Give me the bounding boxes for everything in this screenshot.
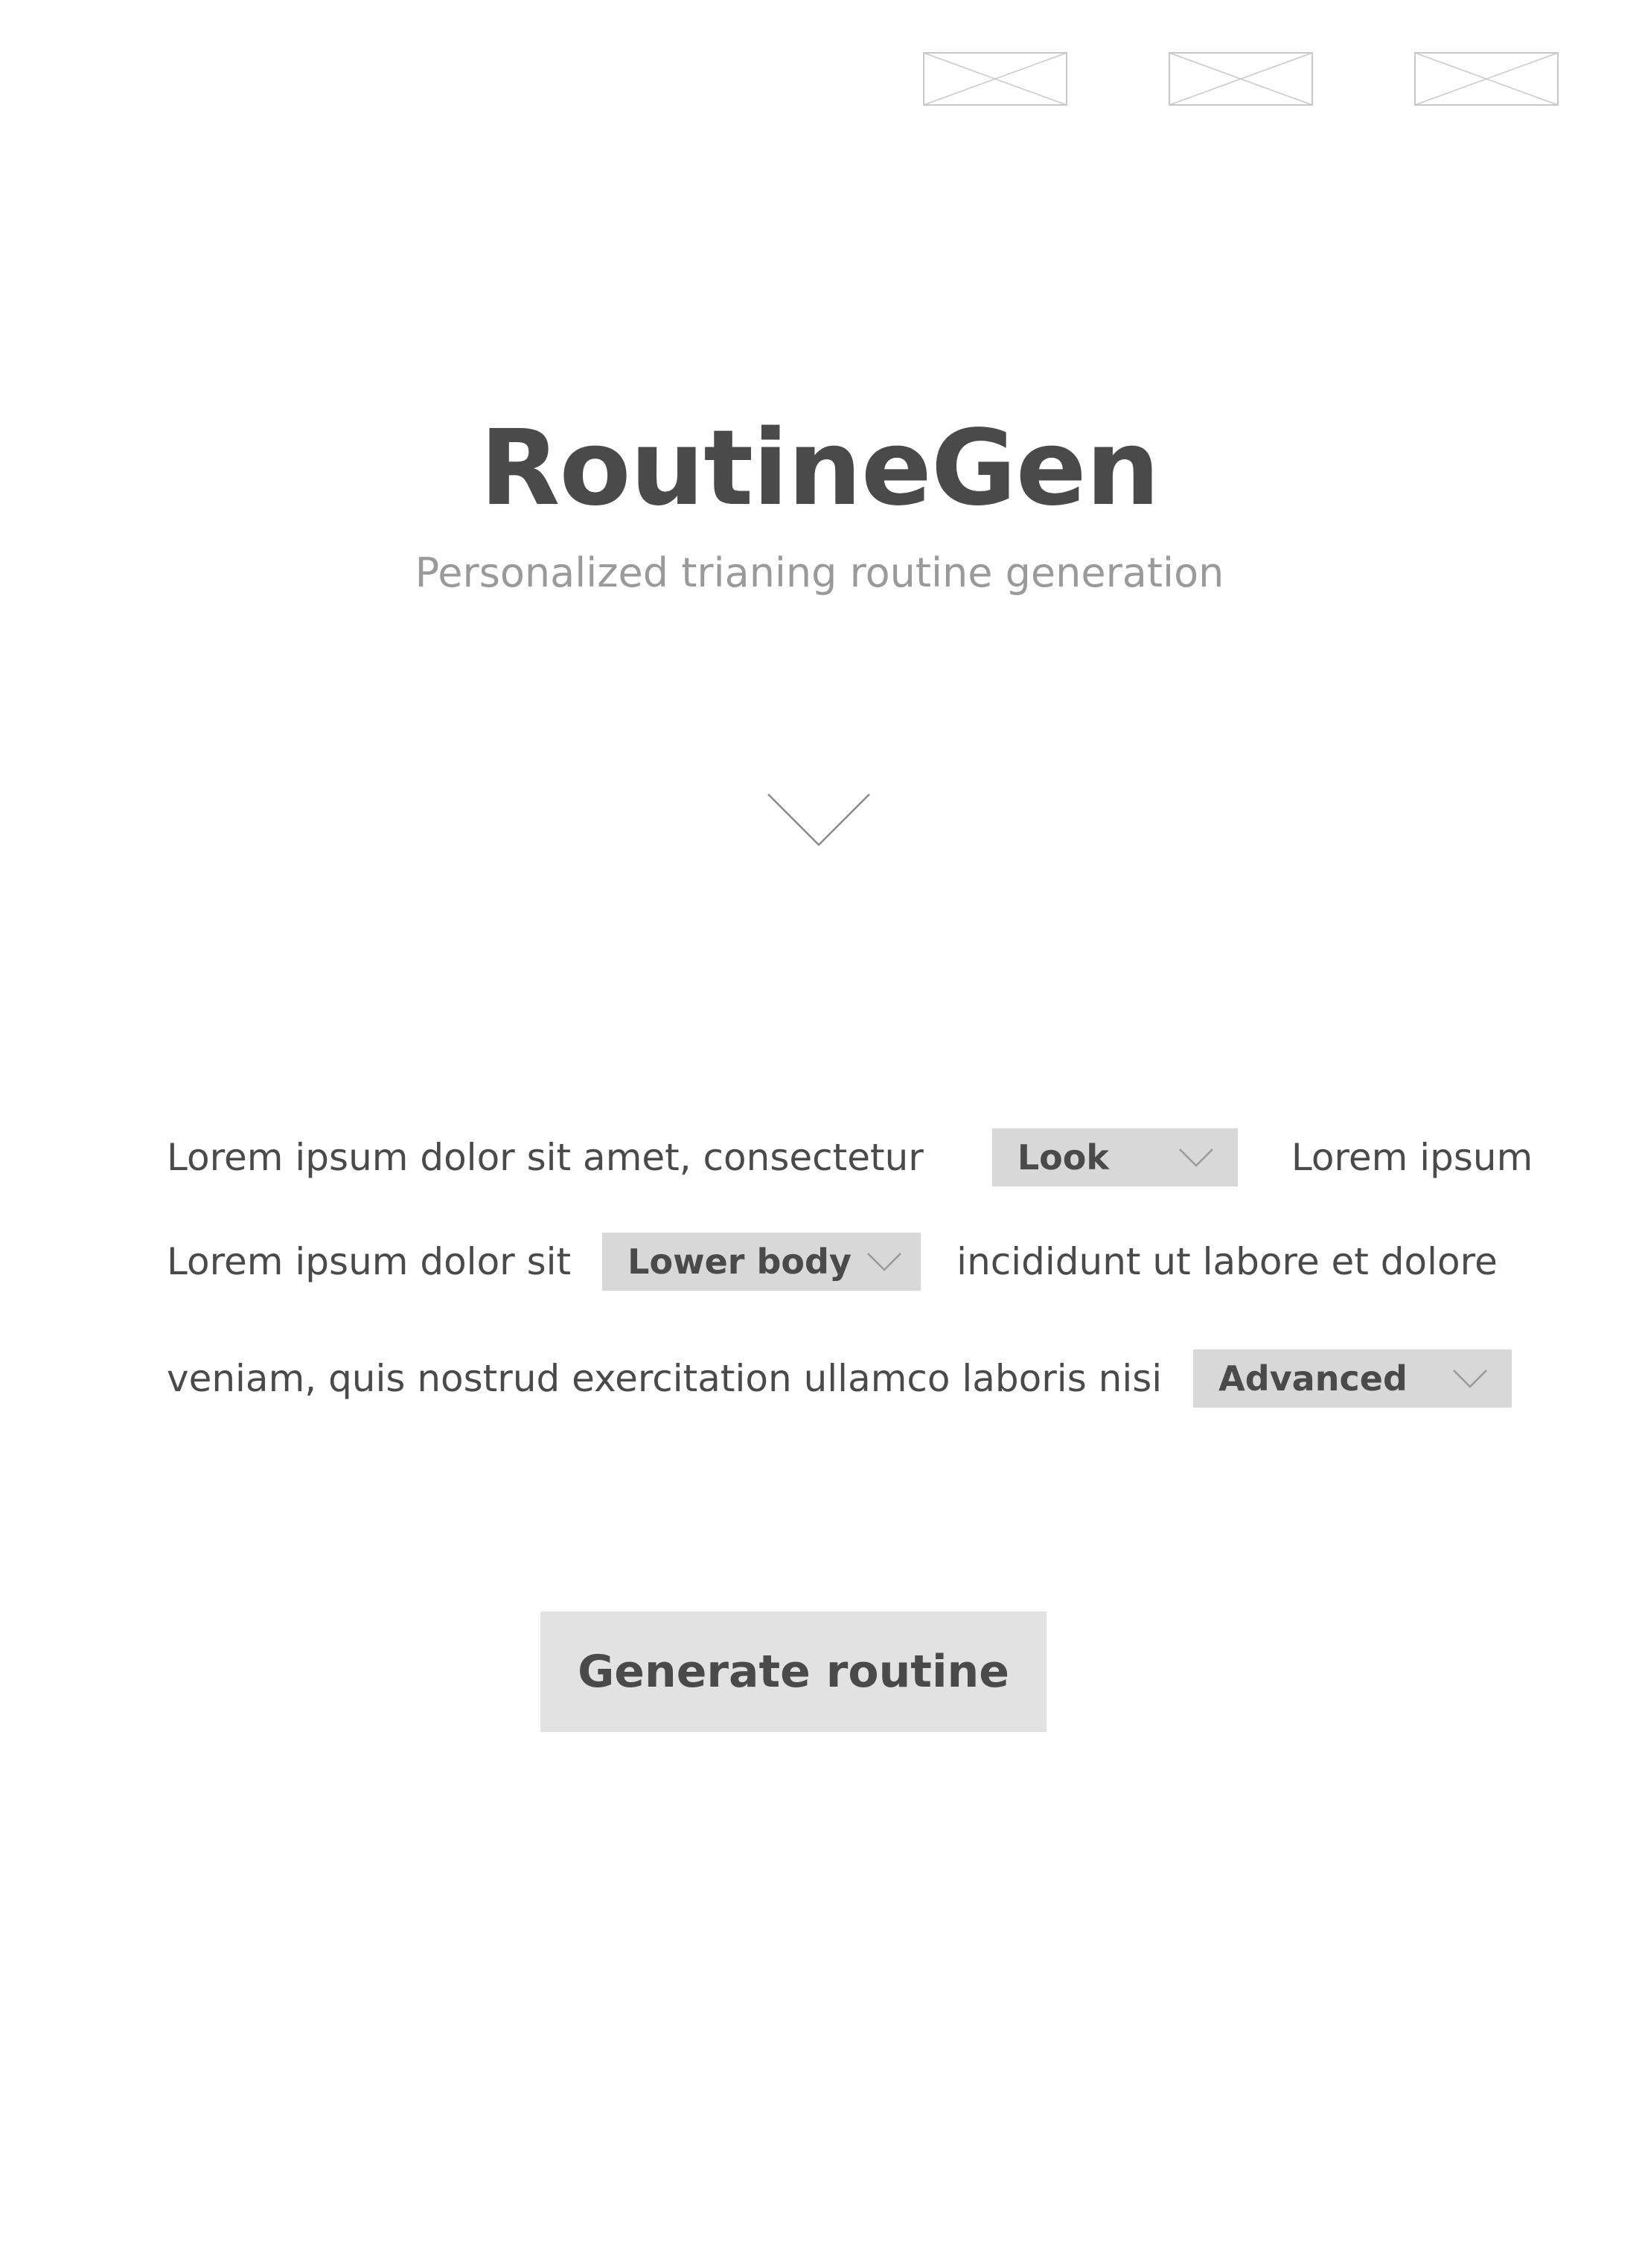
generate-routine-button[interactable]: Generate routine (540, 1611, 1047, 1732)
line-1-text-before: Lorem ipsum dolor sit amet, consectetur (167, 1136, 924, 1179)
chevron-down-icon[interactable] (767, 793, 871, 846)
line-2-text-before: Lorem ipsum dolor sit (167, 1240, 572, 1283)
line-3-text-before: veniam, quis nostrud exercitation ullamc… (167, 1357, 1163, 1400)
body-part-select-value: Lower body (627, 1242, 852, 1282)
line-2-text-after: incididunt ut labore et dolore (956, 1240, 1498, 1283)
level-select[interactable]: Advanced (1193, 1349, 1512, 1408)
image-placeholder-icon (1169, 52, 1313, 106)
image-placeholder-icon (1414, 52, 1559, 106)
chevron-down-icon (1452, 1369, 1488, 1388)
line-1-text-after: Lorem ipsum (1291, 1136, 1533, 1179)
chevron-down-icon (866, 1252, 902, 1271)
page-subtitle: Personalized trianing routine generation (415, 549, 1224, 596)
goal-select-value: Look (1017, 1137, 1109, 1178)
goal-select[interactable]: Look (991, 1128, 1238, 1186)
form-line-3: veniam, quis nostrud exercitation ullamc… (167, 1349, 1512, 1408)
form-line-2: Lorem ipsum dolor sit Lower body incidid… (167, 1232, 1498, 1291)
level-select-value: Advanced (1218, 1358, 1408, 1399)
body-part-select[interactable]: Lower body (602, 1233, 921, 1291)
chevron-down-icon (1178, 1148, 1214, 1167)
form-line-1: Lorem ipsum dolor sit amet, consectetur … (167, 1128, 1533, 1187)
image-placeholder-icon (923, 52, 1067, 106)
page-title: RoutineGen (479, 408, 1160, 529)
